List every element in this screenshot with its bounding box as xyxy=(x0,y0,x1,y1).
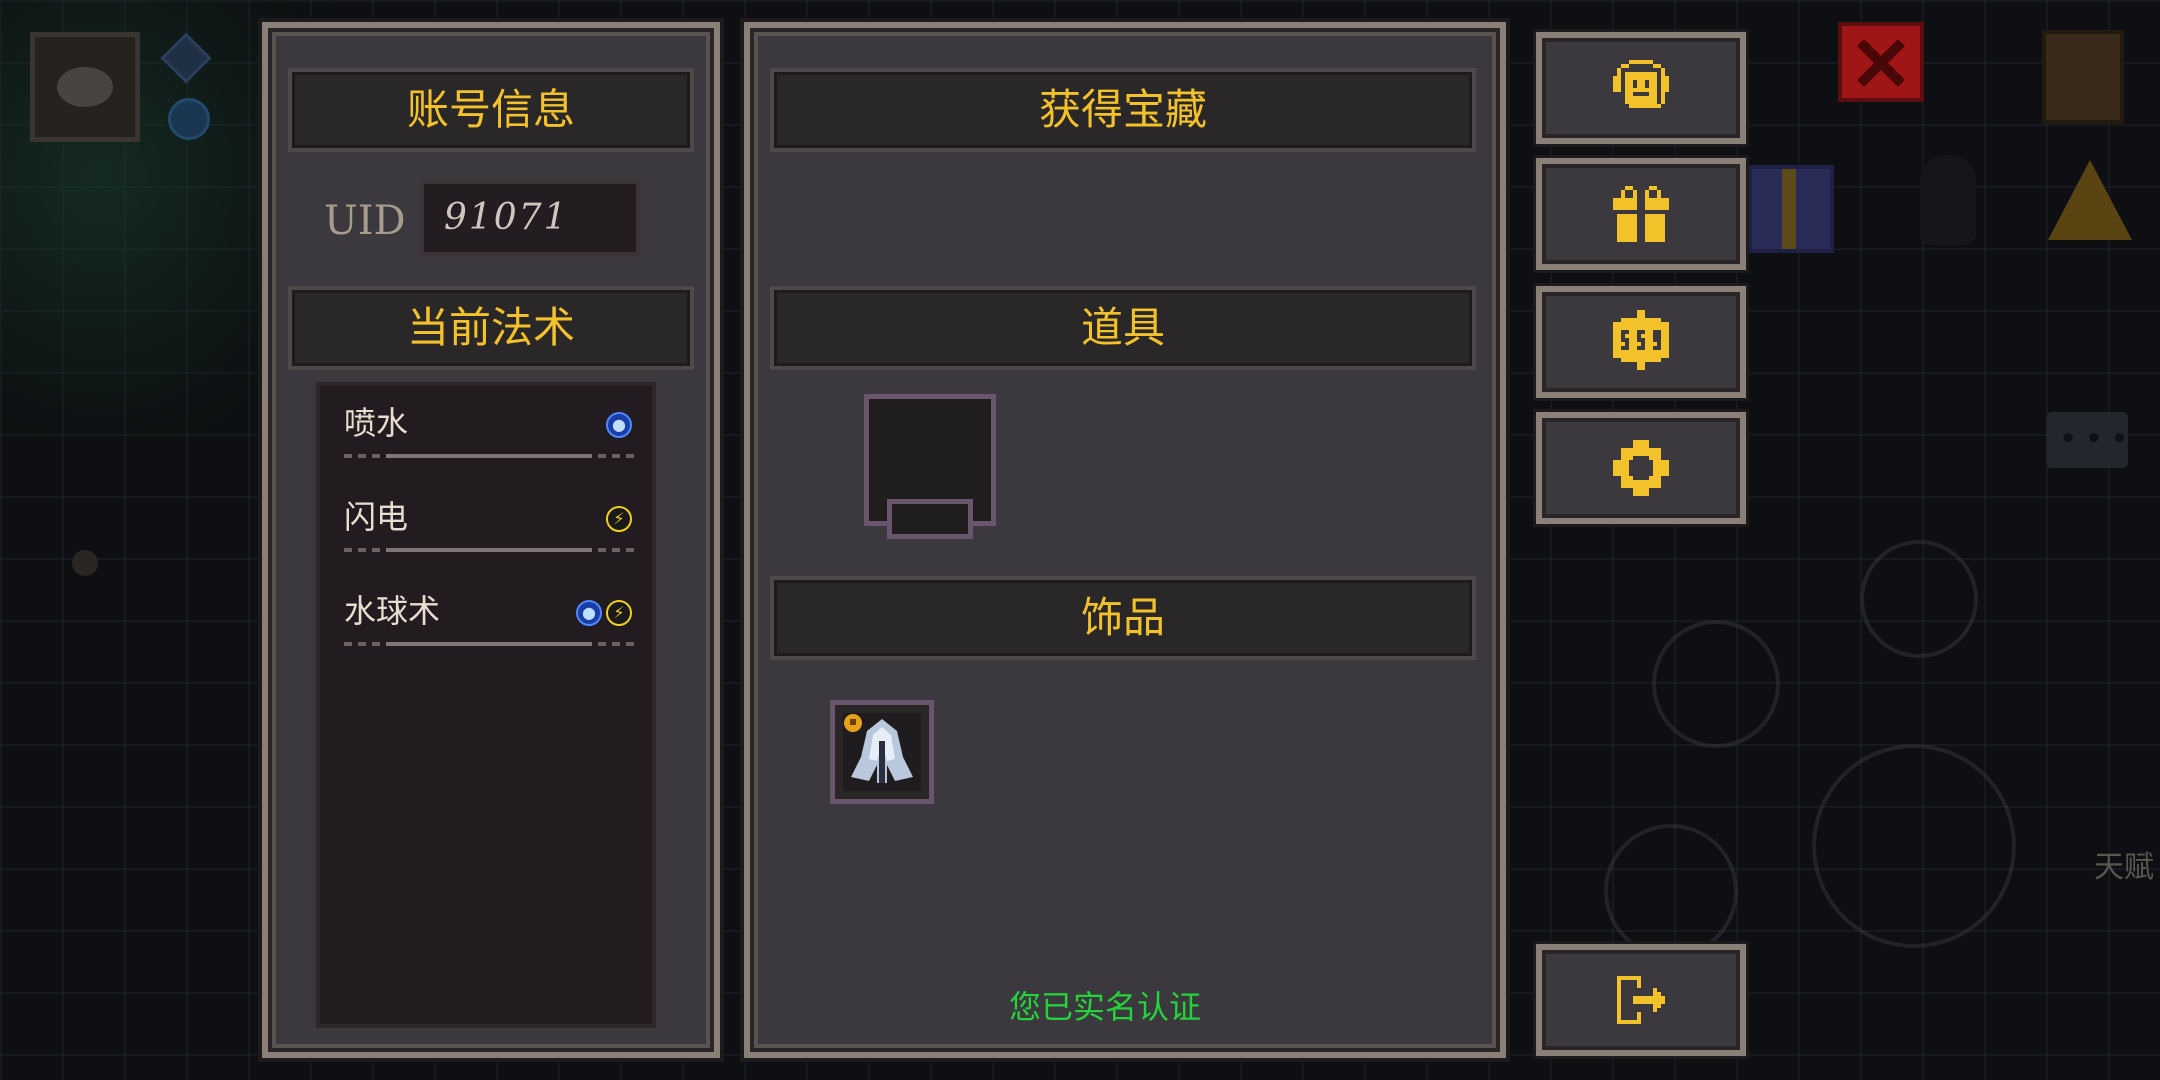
water-icon: ● xyxy=(606,412,632,438)
item-slot-tab xyxy=(887,499,973,539)
divider xyxy=(344,548,634,552)
water-skill-button[interactable] xyxy=(1652,620,1780,748)
item-slot[interactable] xyxy=(864,394,996,539)
list-item[interactable]: 喷水 ● xyxy=(344,392,634,484)
redeem-code-button[interactable] xyxy=(1536,286,1746,398)
tent-icon xyxy=(2048,160,2132,240)
customer-service-button[interactable] xyxy=(1536,32,1746,144)
bag-icon xyxy=(2042,30,2124,124)
divider xyxy=(344,454,634,458)
treasure-panel: 获得宝藏 道具 饰品 您已实名认证 xyxy=(744,22,1506,1058)
penguin-icon xyxy=(1920,155,1976,245)
current-spells-title: 当前法术 xyxy=(288,286,694,370)
lightning-skill-button[interactable] xyxy=(1604,824,1738,958)
account-panel: 账号信息 UID 91071 当前法术 喷水 ● 闪电 ⚡ 水球术 ● ⚡ xyxy=(262,22,720,1058)
spell-list: 喷水 ● 闪电 ⚡ 水球术 ● ⚡ xyxy=(316,382,656,1028)
settings-button[interactable] xyxy=(1536,412,1746,524)
list-item[interactable]: 水球术 ● ⚡ xyxy=(344,580,634,672)
uid-value[interactable]: 91071 xyxy=(420,180,640,256)
spell-name: 喷水 xyxy=(344,404,409,442)
lightning-icon: ⚡ xyxy=(606,506,632,532)
water-icon: ● xyxy=(576,600,602,626)
verification-status: 您已实名认证 xyxy=(1008,988,1201,1026)
joystick[interactable] xyxy=(1812,744,2016,948)
chat-bubble-icon[interactable] xyxy=(2046,412,2128,468)
background-ring xyxy=(1860,540,1978,658)
cloak-icon xyxy=(843,713,921,791)
uid-label: UID xyxy=(324,198,406,244)
coin-icon xyxy=(168,98,210,140)
gift-icon xyxy=(1613,186,1669,242)
treasure-title: 获得宝藏 xyxy=(770,68,1476,152)
gift-box-icon xyxy=(1748,165,1834,253)
account-info-title: 账号信息 xyxy=(288,68,694,152)
talent-label: 天赋 xyxy=(2094,851,2154,884)
player-avatar xyxy=(30,32,140,142)
accessory-slot[interactable] xyxy=(830,700,934,804)
items-title: 道具 xyxy=(770,286,1476,370)
divider xyxy=(344,642,634,646)
close-icon[interactable] xyxy=(1838,22,1924,102)
spell-name: 水球术 xyxy=(344,592,441,630)
background-dot xyxy=(72,550,98,576)
logout-button[interactable] xyxy=(1536,944,1746,1056)
lightning-icon: ⚡ xyxy=(606,600,632,626)
headset-icon xyxy=(1613,60,1669,108)
gift-button[interactable] xyxy=(1536,158,1746,270)
spell-name: 闪电 xyxy=(344,498,409,536)
accessories-title: 饰品 xyxy=(770,576,1476,660)
badge-icon xyxy=(1613,310,1669,370)
list-item[interactable]: 闪电 ⚡ xyxy=(344,486,634,578)
gear-icon xyxy=(1613,440,1669,496)
logout-icon xyxy=(1617,976,1665,1024)
